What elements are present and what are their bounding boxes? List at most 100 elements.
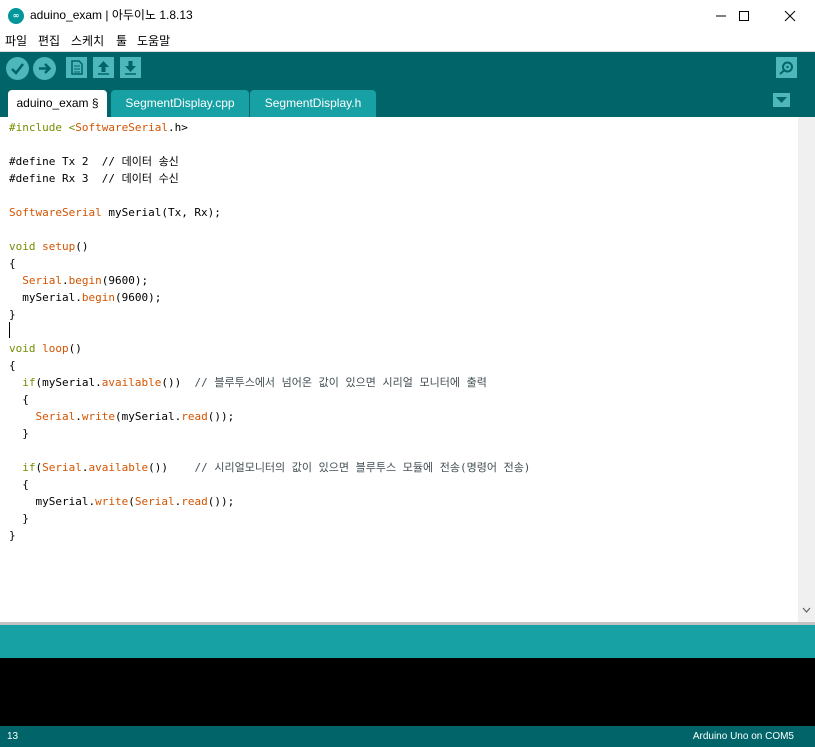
board-port-info: Arduino Uno on COM5 [692,731,794,742]
code-token: loop [42,342,69,355]
maximize-button[interactable] [721,0,767,31]
open-sketch-button[interactable] [93,57,114,78]
code-token: void [9,240,36,253]
code-token: ()) [161,376,195,389]
code-line: } [9,510,29,527]
code-token: ( [128,495,135,508]
code-line: mySerial.begin(9600); [9,289,161,306]
code-token: if [22,376,36,389]
code-token: . [81,461,89,474]
code-token: Serial [42,461,82,474]
code-token: void [9,342,36,355]
code-token: . [75,410,82,423]
tab-segmentdisplay-cpp[interactable]: SegmentDisplay.cpp [111,90,249,117]
code-token: mySerial. [9,495,96,508]
code-token: #define Tx 2 // 데이터 송신 [9,155,179,168]
code-token: #include < [9,121,76,134]
code-token: { [9,257,16,270]
magnifier-icon [779,61,793,75]
chevron-down-icon [776,97,787,103]
code-token: SoftwareSerial [75,121,168,134]
menu-bar: 파일 편집 스케치 툴 도움말 [0,31,815,52]
menu-sketch[interactable]: 스케치 [71,31,104,51]
menu-tools[interactable]: 툴 [116,31,127,51]
menu-help[interactable]: 도움말 [137,31,170,51]
save-sketch-button[interactable] [120,57,141,78]
code-token: mySerial(Tx, Rx); [101,206,221,219]
code-line: if(mySerial.available()) // 블루투스에서 넘어온 값… [9,374,487,391]
code-token: . [62,274,69,287]
code-line: if(Serial.available()) // 시리얼모니터의 값이 있으면… [9,459,530,476]
code-token: Serial [134,495,175,508]
serial-monitor-button[interactable] [776,57,797,78]
message-area [0,625,815,658]
code-token: { [9,478,29,491]
tab-menu-button[interactable] [773,93,790,107]
code-token: available [101,376,162,389]
code-line: #include <SoftwareSerial.h> [9,119,188,136]
arrow-right-icon [39,63,52,74]
text-caret [9,322,10,338]
code-line: #define Tx 2 // 데이터 송신 [9,153,179,170]
code-token: begin [81,291,115,304]
code-comment: // 블루투스에서 넘어온 값이 있으면 시리얼 모니터에 출력 [194,376,487,389]
code-token: #define Rx 3 // 데이터 수신 [9,172,179,185]
new-sketch-button[interactable] [66,57,87,78]
title-bar: ∞ aduino_exam | 아두이노 1.8.13 [0,0,815,31]
code-token: begin [68,274,102,287]
scroll-down-icon[interactable] [802,607,811,613]
code-line: { [9,391,29,408]
code-editor[interactable]: #include <SoftwareSerial.h> #define Tx 2… [0,117,798,622]
status-bar: 13 Arduino Uno on COM5 [0,726,815,747]
code-line: { [9,476,29,493]
menu-file[interactable]: 파일 [5,31,27,51]
console-output[interactable] [0,658,815,726]
menu-edit[interactable]: 편집 [38,31,60,51]
code-token: if [22,461,36,474]
code-line: { [9,357,16,374]
verify-button[interactable] [6,57,29,80]
arrow-up-icon [98,61,109,75]
upload-button[interactable] [33,57,56,80]
code-token: Serial [35,410,76,423]
editor-scrollbar[interactable] [798,117,815,622]
code-token: ()); [207,410,235,423]
code-token: } [9,427,29,440]
code-token: read [181,410,208,423]
code-line: } [9,527,16,544]
code-line: Serial.begin(9600); [9,272,148,289]
code-token: () [75,240,89,253]
tab-segmentdisplay-h[interactable]: SegmentDisplay.h [250,90,376,117]
code-line: { [9,255,16,272]
code-token: (mySerial. [35,376,102,389]
tab-strip: aduino_exam § SegmentDisplay.cpp Segment… [0,85,815,117]
line-number: 13 [7,731,19,742]
code-line: #define Rx 3 // 데이터 수신 [9,170,179,187]
code-line: mySerial.write(Serial.read()); [9,493,234,510]
tab-aduino-exam[interactable]: aduino_exam § [8,90,107,117]
code-token: .h> [167,121,188,134]
code-line: } [9,306,16,323]
arduino-logo-glyph: ∞ [12,11,20,20]
close-button[interactable] [767,0,813,31]
code-token: Serial [22,274,62,287]
code-token: write [81,410,115,423]
code-token: (9600); [101,274,149,287]
code-token: () [68,342,82,355]
code-token: available [88,461,149,474]
code-line: void loop() [9,340,82,357]
code-token: SoftwareSerial [9,206,102,219]
checkmark-icon [11,63,24,75]
maximize-icon [739,11,749,21]
code-comment: // 시리얼모니터의 값이 있으면 블루투스 모듈에 전송(명령어 전송) [194,461,531,474]
code-token: { [9,359,16,372]
code-token: ()); [207,495,235,508]
code-token: setup [42,240,76,253]
code-token: read [181,495,208,508]
code-line: } [9,425,29,442]
new-file-icon [71,60,83,75]
code-token: } [9,529,16,542]
